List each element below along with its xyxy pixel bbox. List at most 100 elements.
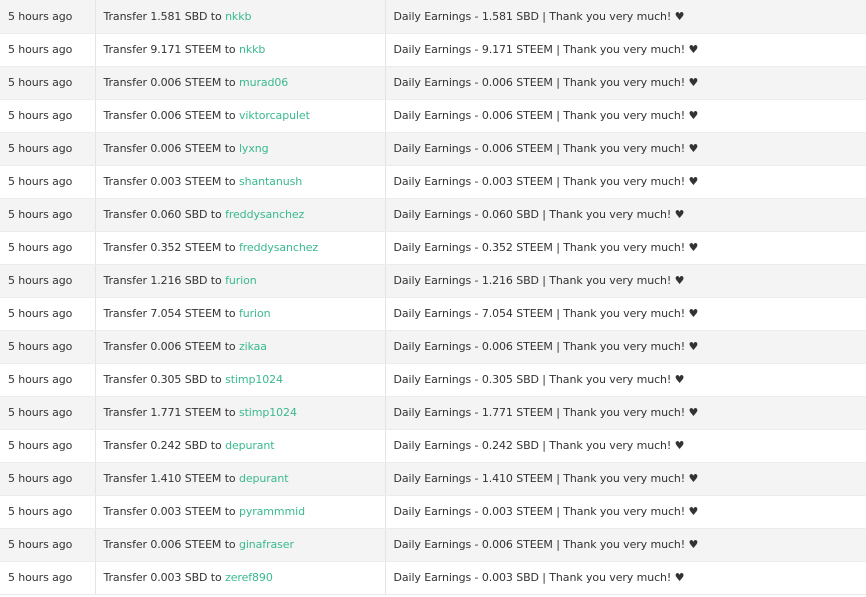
recipient-link[interactable]: freddysanchez [239,241,318,254]
table-row: 5 hours ago Transfer 1.771 STEEM to stim… [0,396,866,430]
recipient-link[interactable]: depurant [239,472,289,485]
recipient-link[interactable]: freddysanchez [225,208,304,221]
transfer-text: Transfer 0.006 STEEM to [103,109,239,122]
memo-cell: Daily Earnings - 9.171 STEEM | Thank you… [385,33,866,67]
time-cell: 5 hours ago [0,561,96,595]
transfer-text: Transfer 1.771 STEEM to [103,406,239,419]
recipient-link[interactable]: viktorcapulet [239,109,310,122]
recipient-link[interactable]: ginafraser [239,538,294,551]
time-cell: 5 hours ago [0,66,96,100]
transfer-text: Transfer 0.003 STEEM to [103,505,239,518]
memo-cell: Daily Earnings - 0.006 STEEM | Thank you… [385,99,866,133]
time-cell: 5 hours ago [0,198,96,232]
table-row: 5 hours ago Transfer 1.410 STEEM to depu… [0,462,866,496]
transfer-cell: Transfer 0.006 STEEM to zikaa [95,330,386,364]
table-row: 5 hours ago Transfer 0.003 STEEM to pyra… [0,495,866,529]
transfer-text: Transfer 0.352 STEEM to [103,241,239,254]
table-row: 5 hours ago Transfer 0.006 STEEM to zika… [0,330,866,364]
transfer-text: Transfer 0.060 SBD to [103,208,226,221]
recipient-link[interactable]: murad06 [239,76,288,89]
table-row: 5 hours ago Transfer 0.006 STEEM to lyxn… [0,132,866,166]
transfer-cell: Transfer 0.003 STEEM to shantanush [95,165,386,199]
table-row: 5 hours ago Transfer 0.006 STEEM to gina… [0,528,866,562]
recipient-link[interactable]: shantanush [239,175,302,188]
recipient-link[interactable]: nkkb [239,43,265,56]
transfer-cell: Transfer 0.006 STEEM to murad06 [95,66,386,100]
time-cell: 5 hours ago [0,297,96,331]
transfer-text: Transfer 7.054 STEEM to [103,307,239,320]
memo-cell: Daily Earnings - 0.003 STEEM | Thank you… [385,495,866,529]
memo-cell: Daily Earnings - 0.006 STEEM | Thank you… [385,132,866,166]
time-cell: 5 hours ago [0,99,96,133]
transfer-text: Transfer 9.171 STEEM to [103,43,239,56]
recipient-link[interactable]: furion [225,274,257,287]
table-row: 5 hours ago Transfer 0.242 SBD to depura… [0,429,866,463]
transfer-cell: Transfer 0.006 STEEM to lyxng [95,132,386,166]
table-row: 5 hours ago Transfer 7.054 STEEM to furi… [0,297,866,331]
table-row: 5 hours ago Transfer 0.352 STEEM to fred… [0,231,866,265]
transfer-cell: Transfer 1.410 STEEM to depurant [95,462,386,496]
table-row: 5 hours ago Transfer 1.216 SBD to furion… [0,264,866,298]
time-cell: 5 hours ago [0,33,96,67]
memo-cell: Daily Earnings - 0.006 STEEM | Thank you… [385,330,866,364]
time-cell: 5 hours ago [0,165,96,199]
transfer-text: Transfer 1.216 SBD to [103,274,226,287]
transfer-text: Transfer 0.006 STEEM to [103,76,239,89]
time-cell: 5 hours ago [0,264,96,298]
time-cell: 5 hours ago [0,231,96,265]
time-cell: 5 hours ago [0,330,96,364]
table-row: 5 hours ago Transfer 0.305 SBD to stimp1… [0,363,866,397]
time-cell: 5 hours ago [0,132,96,166]
recipient-link[interactable]: zeref890 [225,571,273,584]
time-cell: 5 hours ago [0,429,96,463]
transfer-history-body: 5 hours ago Transfer 1.581 SBD to nkkb D… [0,0,866,595]
table-row: 5 hours ago Transfer 0.006 STEEM to vikt… [0,99,866,133]
table-row: 5 hours ago Transfer 9.171 STEEM to nkkb… [0,33,866,67]
table-row: 5 hours ago Transfer 0.060 SBD to freddy… [0,198,866,232]
transfer-cell: Transfer 0.006 STEEM to ginafraser [95,528,386,562]
transfer-text: Transfer 0.006 STEEM to [103,142,239,155]
time-cell: 5 hours ago [0,528,96,562]
transfer-text: Transfer 1.410 STEEM to [103,472,239,485]
memo-cell: Daily Earnings - 0.060 SBD | Thank you v… [385,198,866,232]
transfer-text: Transfer 0.003 SBD to [103,571,226,584]
memo-cell: Daily Earnings - 0.006 STEEM | Thank you… [385,528,866,562]
transfer-cell: Transfer 1.216 SBD to furion [95,264,386,298]
recipient-link[interactable]: nkkb [225,10,251,23]
time-cell: 5 hours ago [0,462,96,496]
transfer-text: Transfer 0.006 STEEM to [103,340,239,353]
transfer-cell: Transfer 7.054 STEEM to furion [95,297,386,331]
memo-cell: Daily Earnings - 0.003 STEEM | Thank you… [385,165,866,199]
transfer-history-table: 5 hours ago Transfer 1.581 SBD to nkkb D… [0,0,866,595]
transfer-cell: Transfer 0.242 SBD to depurant [95,429,386,463]
memo-cell: Daily Earnings - 1.581 SBD | Thank you v… [385,0,866,34]
transfer-cell: Transfer 9.171 STEEM to nkkb [95,33,386,67]
transfer-cell: Transfer 1.581 SBD to nkkb [95,0,386,34]
transfer-text: Transfer 0.006 STEEM to [103,538,239,551]
time-cell: 5 hours ago [0,396,96,430]
memo-cell: Daily Earnings - 0.352 STEEM | Thank you… [385,231,866,265]
transfer-cell: Transfer 0.060 SBD to freddysanchez [95,198,386,232]
time-cell: 5 hours ago [0,495,96,529]
recipient-link[interactable]: lyxng [239,142,269,155]
table-row: 5 hours ago Transfer 1.581 SBD to nkkb D… [0,0,866,34]
memo-cell: Daily Earnings - 7.054 STEEM | Thank you… [385,297,866,331]
recipient-link[interactable]: pyrammmid [239,505,305,518]
transfer-text: Transfer 1.581 SBD to [103,9,226,23]
table-row: 5 hours ago Transfer 0.003 STEEM to shan… [0,165,866,199]
transfer-text: Transfer 0.003 STEEM to [103,175,239,188]
recipient-link[interactable]: depurant [225,439,275,452]
recipient-link[interactable]: furion [239,307,271,320]
transfer-cell: Transfer 0.305 SBD to stimp1024 [95,363,386,397]
memo-cell: Daily Earnings - 1.216 SBD | Thank you v… [385,264,866,298]
time-cell: 5 hours ago [0,363,96,397]
recipient-link[interactable]: stimp1024 [239,406,297,419]
memo-cell: Daily Earnings - 0.305 SBD | Thank you v… [385,363,866,397]
time-cell: 5 hours ago [0,0,96,34]
recipient-link[interactable]: zikaa [239,340,267,353]
transfer-cell: Transfer 0.003 SBD to zeref890 [95,561,386,595]
memo-cell: Daily Earnings - 0.003 SBD | Thank you v… [385,561,866,595]
transfer-cell: Transfer 0.003 STEEM to pyrammmid [95,495,386,529]
recipient-link[interactable]: stimp1024 [225,373,283,386]
transfer-text: Transfer 0.305 SBD to [103,373,226,386]
